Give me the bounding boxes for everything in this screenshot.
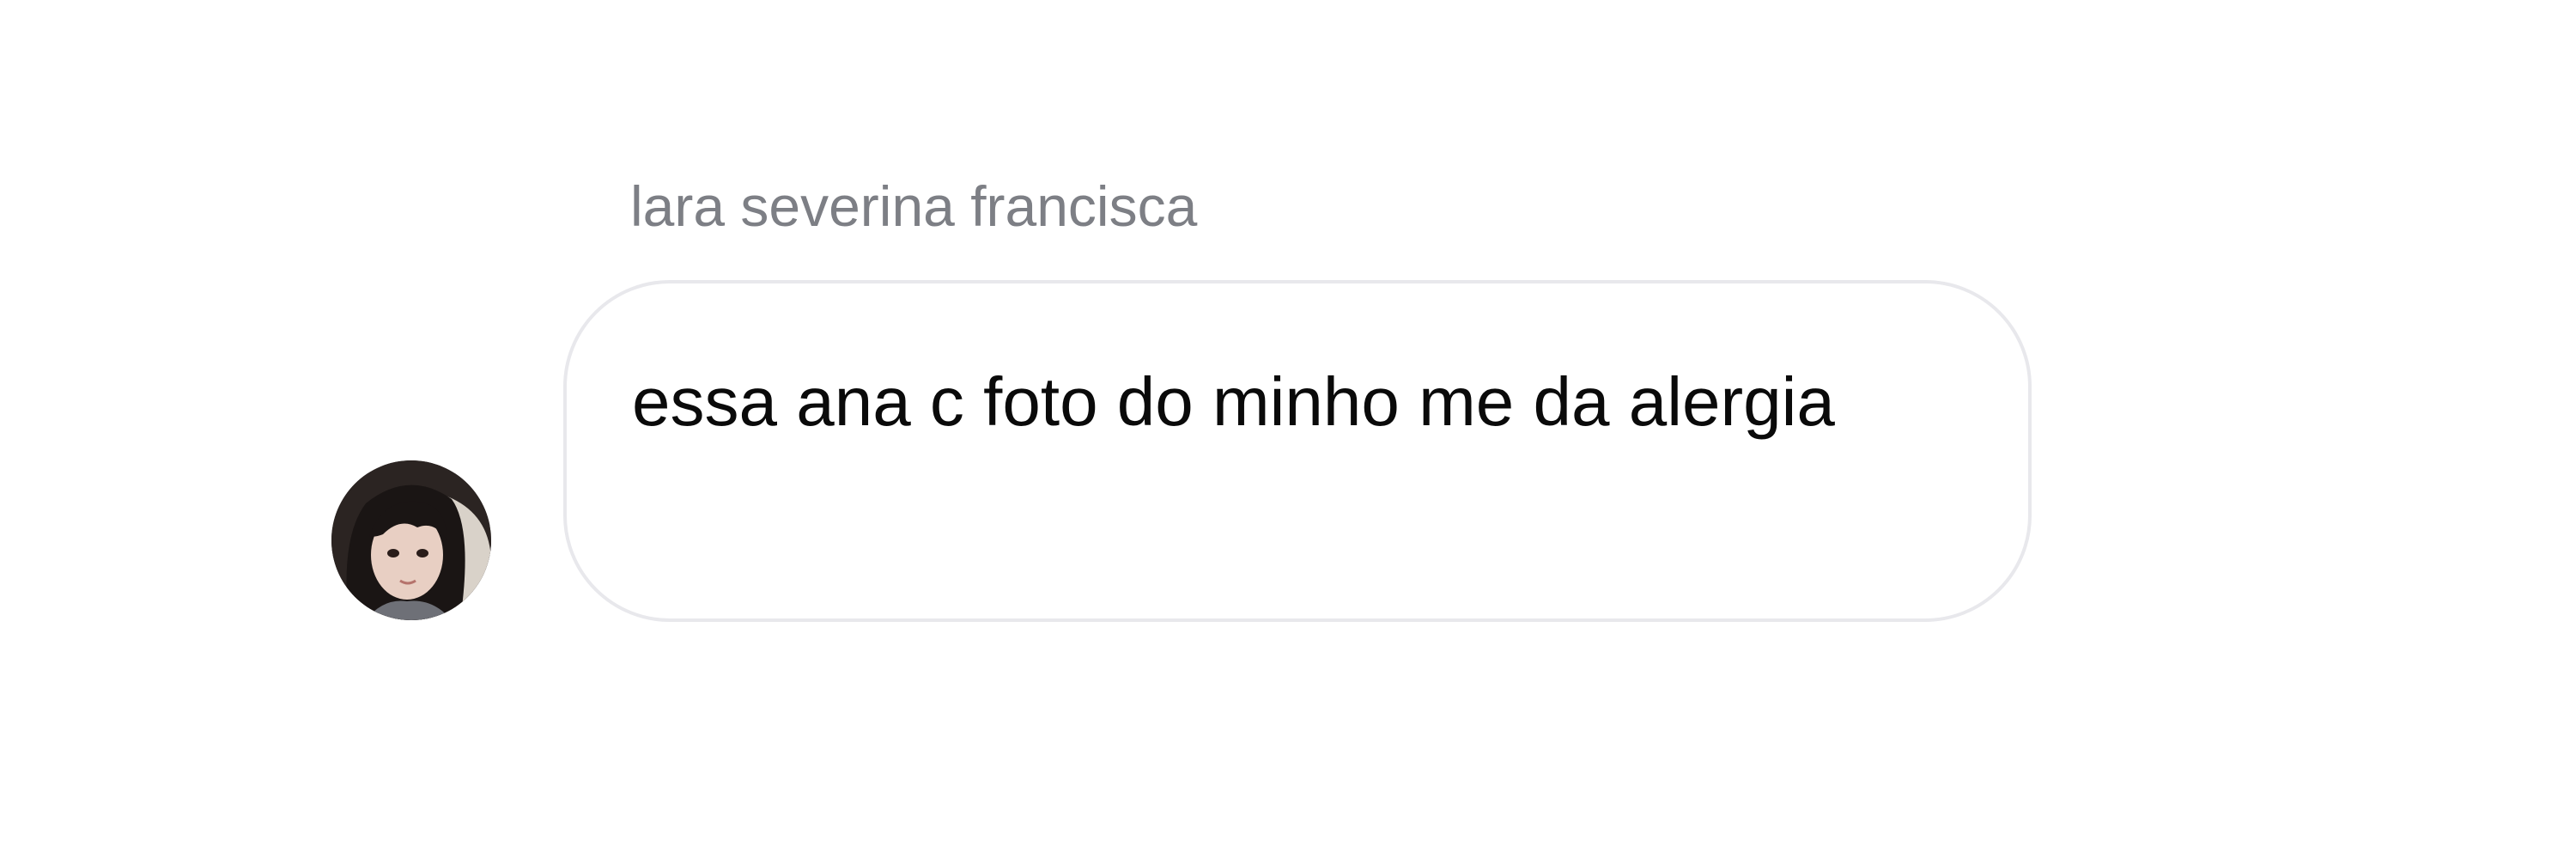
message-bubble[interactable]: essa ana c foto do minho me da alergia — [563, 280, 2032, 622]
message-text: essa ana c foto do minho me da alergia — [632, 363, 1835, 440]
chat-thread: lara severina francisca essa ana c foto … — [0, 0, 2576, 859]
sender-name: lara severina francisca — [630, 174, 1198, 238]
sender-avatar[interactable] — [331, 460, 491, 620]
profile-photo-avatar-icon — [331, 460, 491, 620]
